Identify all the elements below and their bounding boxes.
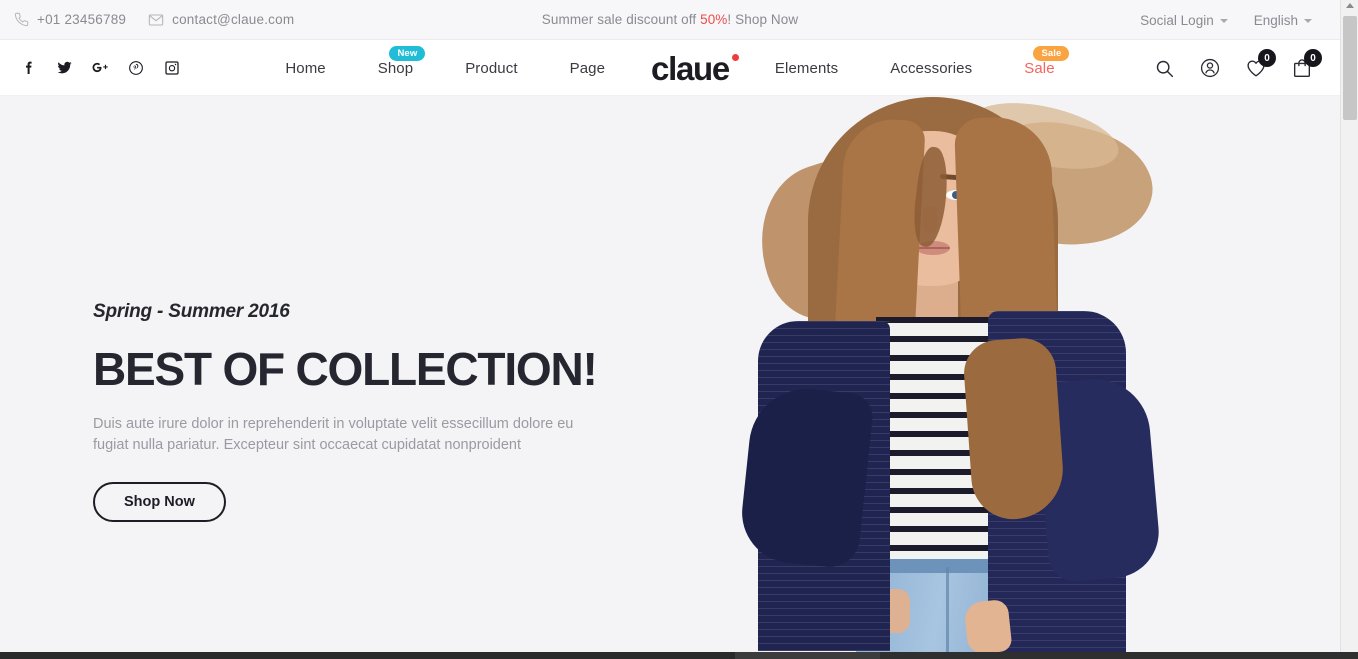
badge-sale: Sale <box>1033 45 1070 61</box>
instagram-icon[interactable] <box>162 58 182 78</box>
social-links <box>0 58 182 78</box>
hero-paragraph: Duis aute irure dolor in reprehenderit i… <box>93 416 574 454</box>
nav-item-elements[interactable]: Elements <box>749 60 864 77</box>
logo-dot-icon <box>731 53 739 61</box>
search-icon[interactable] <box>1152 56 1176 80</box>
social-login-label: Social Login <box>1140 12 1214 28</box>
wishlist-count-badge: 0 <box>1258 49 1276 67</box>
nav-item-page[interactable]: Page <box>544 60 631 77</box>
language-dropdown[interactable]: English <box>1254 13 1312 28</box>
nav-label: Home <box>285 59 326 77</box>
nav-item-shop[interactable]: Shop New <box>352 45 439 77</box>
twitter-icon[interactable] <box>54 58 74 78</box>
cart-count-badge: 0 <box>1304 49 1322 67</box>
googleplus-icon[interactable] <box>90 58 110 78</box>
envelope-icon <box>148 12 164 28</box>
model-hair-lower-right <box>961 336 1067 522</box>
logo-text: claue <box>651 49 730 87</box>
hero-model-photo <box>730 96 1164 652</box>
promo-suffix[interactable]: ! Shop Now <box>727 12 798 27</box>
nav-label: Sale <box>1024 59 1055 77</box>
promo-discount: 50% <box>700 12 728 27</box>
chevron-down-icon <box>1219 19 1228 23</box>
phone-icon <box>14 12 29 27</box>
wishlist-icon[interactable]: 0 <box>1244 49 1276 80</box>
primary-nav: Home Shop New Product Page claue Element… <box>0 40 1340 96</box>
promo-prefix: Summer sale discount off <box>541 12 701 27</box>
shop-now-button[interactable]: Shop Now <box>93 482 226 523</box>
phone-number: +01 23456789 <box>37 12 127 27</box>
main-header: Home Shop New Product Page claue Element… <box>0 40 1340 96</box>
page-scrollbar[interactable] <box>1340 0 1358 659</box>
chevron-down-icon <box>1304 19 1312 23</box>
model-jeans-seam <box>946 567 949 652</box>
nav-item-accessories[interactable]: Accessories <box>864 60 998 77</box>
social-login-dropdown[interactable]: Social Login <box>1140 13 1228 28</box>
hero-text-block: Spring - Summer 2016 BEST OF COLLECTION!… <box>93 301 653 523</box>
facebook-icon[interactable] <box>18 58 38 78</box>
language-label: English <box>1253 12 1298 28</box>
nav-label: Page <box>569 59 606 77</box>
site-logo[interactable]: claue <box>631 52 749 85</box>
account-icon[interactable] <box>1198 56 1222 80</box>
bottom-edge-strip <box>0 652 1358 659</box>
hero-eyebrow: Spring - Summer 2016 <box>93 301 290 322</box>
scrollbar-thumb[interactable] <box>1343 16 1357 120</box>
phone-contact[interactable]: +01 23456789 <box>14 12 126 27</box>
nav-item-product[interactable]: Product <box>439 60 543 77</box>
nav-label: Shop <box>377 59 414 77</box>
top-bar-contact-group: +01 23456789 contact@claue.com <box>0 12 294 28</box>
nav-label: Elements <box>774 59 839 77</box>
model-hand-right <box>963 598 1013 652</box>
email-contact[interactable]: contact@claue.com <box>148 12 294 28</box>
pinterest-icon[interactable] <box>126 58 146 78</box>
nav-item-sale[interactable]: Sale Sale <box>998 45 1080 77</box>
nav-item-home[interactable]: Home <box>259 60 351 77</box>
top-bar: +01 23456789 contact@claue.com Summer sa… <box>0 0 1340 40</box>
cart-icon[interactable]: 0 <box>1290 49 1322 80</box>
badge-new: New <box>389 45 426 61</box>
email-address: contact@claue.com <box>172 12 295 27</box>
header-icon-group: 0 0 <box>1152 40 1322 96</box>
nav-label: Product <box>465 59 518 77</box>
model-lip-line <box>916 247 950 249</box>
nav-label: Accessories <box>890 59 973 77</box>
top-bar-right-group: Social Login English <box>1140 0 1312 40</box>
scroll-up-arrow-icon[interactable] <box>1346 3 1354 8</box>
hero-headline: BEST OF COLLECTION! <box>93 343 598 395</box>
hero-banner: Spring - Summer 2016 BEST OF COLLECTION!… <box>0 96 1340 652</box>
page-root: +01 23456789 contact@claue.com Summer sa… <box>0 0 1358 659</box>
